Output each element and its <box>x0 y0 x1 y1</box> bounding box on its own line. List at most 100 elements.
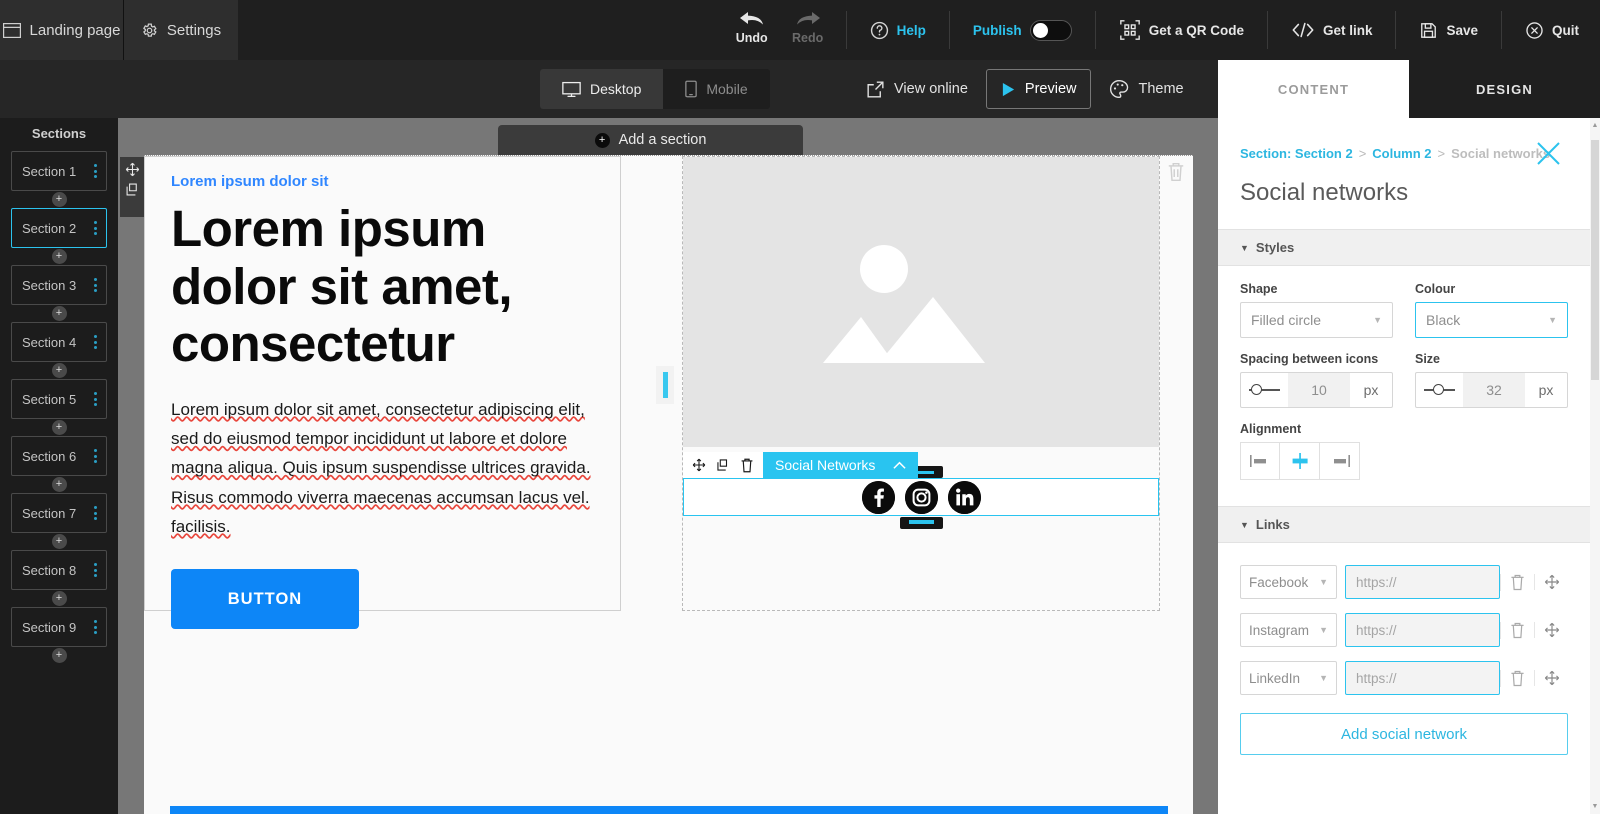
spacing-stepper[interactable]: 10 px <box>1240 372 1393 408</box>
resize-handle-bottom[interactable] <box>909 520 934 524</box>
device-mobile-button[interactable]: Mobile <box>663 69 769 109</box>
theme-button[interactable]: Theme <box>1095 69 1197 109</box>
save-button[interactable]: Save <box>1406 12 1491 48</box>
sidebar-item-section-1[interactable]: Section 1 <box>11 151 107 191</box>
view-online-button[interactable]: View online <box>852 69 982 109</box>
network-select-facebook[interactable]: Facebook ▼ <box>1240 565 1337 599</box>
delete-link-instagram[interactable] <box>1500 622 1534 639</box>
delete-link-linkedin[interactable] <box>1500 670 1534 687</box>
section-menu-icon[interactable] <box>94 164 97 178</box>
sidebar-item-section-3[interactable]: Section 3 <box>11 265 107 305</box>
styles-accordion-header[interactable]: ▼ Styles <box>1218 229 1590 266</box>
sidebar-item-section-7[interactable]: Section 7 <box>11 493 107 533</box>
delete-section-icon[interactable] <box>1167 162 1185 182</box>
add-a-section-button[interactable]: + Add a section <box>498 125 803 155</box>
canvas-headline[interactable]: Lorem ipsum dolor sit amet, consectetur <box>171 200 594 373</box>
sidebar-item-section-2[interactable]: Section 2 <box>11 208 107 248</box>
tab-landing-page[interactable]: Landing page <box>0 0 124 60</box>
get-link-button[interactable]: Get link <box>1278 12 1386 48</box>
device-desktop-button[interactable]: Desktop <box>540 69 663 109</box>
reorder-link-instagram[interactable] <box>1534 622 1568 638</box>
image-placeholder[interactable] <box>683 157 1159 447</box>
canvas-eyebrow-text[interactable]: Lorem ipsum dolor sit <box>171 173 594 190</box>
publish-toggle[interactable]: Publish <box>960 12 1085 48</box>
sidebar-item-section-6[interactable]: Section 6 <box>11 436 107 476</box>
widget-label-bar[interactable]: Social Networks <box>763 452 918 478</box>
scroll-up-arrow-icon[interactable]: ▲ <box>1590 122 1600 129</box>
panel-scrollbar-thumb[interactable] <box>1591 140 1599 380</box>
move-handle-icon[interactable] <box>125 162 140 177</box>
add-section-between-3[interactable]: + <box>0 305 118 322</box>
preview-button[interactable]: Preview <box>986 69 1092 109</box>
canvas-column-1[interactable]: Lorem ipsum dolor sit Lorem ipsum dolor … <box>144 156 621 611</box>
add-section-between-7[interactable]: + <box>0 533 118 550</box>
add-section-between-5[interactable]: + <box>0 419 118 436</box>
section-menu-icon[interactable] <box>94 449 97 463</box>
add-section-between-2[interactable]: + <box>0 248 118 265</box>
add-section-between-1[interactable]: + <box>0 191 118 208</box>
add-section-between-4[interactable]: + <box>0 362 118 379</box>
links-accordion-header[interactable]: ▼ Links <box>1218 506 1590 543</box>
network-select-linkedin[interactable]: LinkedIn ▼ <box>1240 661 1337 695</box>
align-center-button[interactable] <box>1280 442 1320 480</box>
canvas-section-2[interactable]: Lorem ipsum dolor sit Lorem ipsum dolor … <box>144 156 1193 611</box>
url-input-facebook[interactable]: https:// <box>1345 565 1500 599</box>
add-section-between-6[interactable]: + <box>0 476 118 493</box>
add-section-between-9[interactable]: + <box>0 647 118 664</box>
breadcrumb-section-link[interactable]: Section: Section 2 <box>1240 146 1353 161</box>
instagram-icon[interactable] <box>905 481 938 514</box>
social-networks-widget[interactable] <box>683 478 1159 516</box>
spacing-slider-knob[interactable] <box>1251 384 1262 395</box>
url-input-instagram[interactable]: https:// <box>1345 613 1500 647</box>
panel-scrollbar[interactable]: ▲ ▼ <box>1590 118 1600 814</box>
canvas-body-text[interactable]: Lorem ipsum dolor sit amet, consectetur … <box>171 395 594 541</box>
linkedin-icon[interactable] <box>948 481 981 514</box>
sidebar-item-section-4[interactable]: Section 4 <box>11 322 107 362</box>
spacing-slider[interactable] <box>1241 373 1288 407</box>
add-social-network-button[interactable]: Add social network <box>1240 713 1568 755</box>
canvas-cta-button[interactable]: BUTTON <box>171 569 359 629</box>
add-section-between-8[interactable]: + <box>0 590 118 607</box>
close-panel-icon[interactable] <box>1535 140 1562 167</box>
section-menu-icon[interactable] <box>94 620 97 634</box>
undo-button[interactable]: Undo <box>724 4 780 45</box>
align-left-button[interactable] <box>1240 442 1280 480</box>
scroll-down-arrow-icon[interactable]: ▼ <box>1590 803 1600 810</box>
colour-select[interactable]: Black ▼ <box>1415 302 1568 338</box>
network-select-instagram[interactable]: Instagram ▼ <box>1240 613 1337 647</box>
tab-design[interactable]: DESIGN <box>1409 60 1600 118</box>
section-menu-icon[interactable] <box>94 392 97 406</box>
section-menu-icon[interactable] <box>94 335 97 349</box>
duplicate-icon[interactable] <box>716 458 730 472</box>
quit-button[interactable]: Quit <box>1512 12 1592 48</box>
reorder-link-facebook[interactable] <box>1534 574 1568 590</box>
tab-settings[interactable]: Settings <box>124 0 238 60</box>
delete-link-facebook[interactable] <box>1500 574 1534 591</box>
redo-button[interactable]: Redo <box>780 4 836 45</box>
duplicate-icon[interactable] <box>125 182 140 197</box>
sidebar-item-section-5[interactable]: Section 5 <box>11 379 107 419</box>
section-menu-icon[interactable] <box>94 221 97 235</box>
publish-switch[interactable] <box>1030 20 1072 41</box>
section-menu-icon[interactable] <box>94 563 97 577</box>
chevron-up-icon[interactable] <box>893 461 906 470</box>
canvas-column-2[interactable]: Social Networks <box>682 156 1160 611</box>
get-qr-code-button[interactable]: Get a QR Code <box>1106 12 1257 48</box>
size-slider-knob[interactable] <box>1433 384 1444 395</box>
tab-content[interactable]: CONTENT <box>1218 60 1409 118</box>
align-right-button[interactable] <box>1320 442 1360 480</box>
help-button[interactable]: Help <box>857 12 939 48</box>
move-handle-icon[interactable] <box>692 458 706 472</box>
shape-select[interactable]: Filled circle ▼ <box>1240 302 1393 338</box>
spacing-value[interactable]: 10 <box>1288 373 1350 407</box>
section-menu-icon[interactable] <box>94 506 97 520</box>
url-input-linkedin[interactable]: https:// <box>1345 661 1500 695</box>
sidebar-item-section-8[interactable]: Section 8 <box>11 550 107 590</box>
sidebar-item-section-9[interactable]: Section 9 <box>11 607 107 647</box>
section-menu-icon[interactable] <box>94 278 97 292</box>
breadcrumb-column-link[interactable]: Column 2 <box>1372 146 1431 161</box>
size-value[interactable]: 32 <box>1463 373 1525 407</box>
size-slider[interactable] <box>1416 373 1463 407</box>
facebook-icon[interactable] <box>862 481 895 514</box>
size-stepper[interactable]: 32 px <box>1415 372 1568 408</box>
